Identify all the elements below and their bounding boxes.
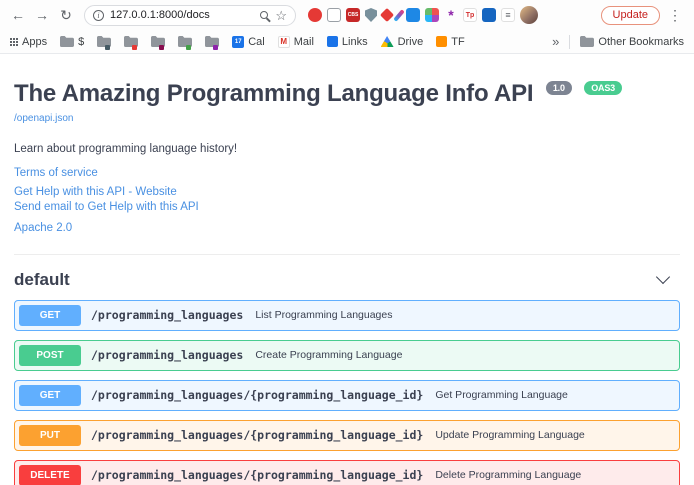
forward-icon[interactable]: → <box>32 5 52 25</box>
version-badge: 1.0 <box>546 81 572 95</box>
flower-extension-icon[interactable]: * <box>444 8 458 22</box>
operation-path: /programming_languages <box>91 308 243 322</box>
folder-icon <box>580 36 594 47</box>
bookmark-label: Cal <box>248 36 265 48</box>
update-button[interactable]: Update <box>601 6 660 25</box>
bookmark-label: Drive <box>398 36 424 48</box>
red-circle-extension-icon[interactable] <box>308 8 322 22</box>
folder-emblem <box>186 45 191 50</box>
bookmark-apps[interactable]: Apps <box>10 36 47 48</box>
folder-emblem <box>159 45 164 50</box>
bookmark-other-bookmarks[interactable]: Other Bookmarks <box>580 36 684 48</box>
operation-path: /programming_languages <box>91 348 243 362</box>
operation-summary: Delete Programming Language <box>435 469 581 481</box>
oas3-badge: OAS3 <box>584 81 622 95</box>
apps-grid-icon <box>10 38 18 46</box>
chevron-down-icon[interactable] <box>656 270 670 284</box>
operation-row-get-list[interactable]: GET /programming_languages List Programm… <box>14 300 680 331</box>
blue-extension-icon[interactable] <box>482 8 496 22</box>
bookmark-folder[interactable] <box>178 36 192 47</box>
bookmark-label: Other Bookmarks <box>598 36 684 48</box>
bookmarks-divider <box>569 35 570 49</box>
profile-avatar[interactable] <box>520 6 538 24</box>
bookmark-folder-dollar[interactable]: $ <box>60 36 84 48</box>
website-link[interactable]: Get Help with this API - Website <box>14 185 680 200</box>
reload-icon[interactable]: ↻ <box>56 5 76 25</box>
gmail-icon: M <box>278 36 290 48</box>
browser-menu-icon[interactable]: ⋮ <box>664 7 686 24</box>
shield-extension-icon[interactable] <box>365 8 377 22</box>
swagger-ui: The Amazing Programming Language Info AP… <box>0 54 694 485</box>
operation-summary: Update Programming Language <box>435 429 584 441</box>
browser-toolbar: ← → ↻ 127.0.0.1:8000/docs ☆ CBS * Tp ≡ U… <box>0 0 694 30</box>
folder-emblem <box>132 45 137 50</box>
bookmark-calendar[interactable]: 17 Cal <box>232 36 265 48</box>
section-default-header[interactable]: default <box>14 255 680 300</box>
diamond-extension-icon[interactable] <box>380 8 394 22</box>
back-icon[interactable]: ← <box>8 5 28 25</box>
bookmark-star-icon[interactable]: ☆ <box>275 9 287 22</box>
gray-extension-icon[interactable] <box>327 8 341 22</box>
method-badge: DELETE <box>19 465 81 485</box>
section-title: default <box>14 270 70 290</box>
operation-path: /programming_languages/{programming_lang… <box>91 468 423 482</box>
method-badge: PUT <box>19 425 81 446</box>
api-description: Learn about programming language history… <box>14 143 680 155</box>
bookmark-folder[interactable] <box>97 36 111 47</box>
openapi-json-link[interactable]: /openapi.json <box>14 113 74 124</box>
operation-row-post-create[interactable]: POST /programming_languages Create Progr… <box>14 340 680 371</box>
links-icon <box>327 36 338 47</box>
bookmark-tf[interactable]: TF <box>436 36 464 48</box>
operation-summary: Create Programming Language <box>255 349 402 361</box>
method-badge: GET <box>19 385 81 406</box>
bookmark-folder[interactable] <box>151 36 165 47</box>
bookmark-label: Mail <box>294 36 314 48</box>
bookmark-label: TF <box>451 36 464 48</box>
bookmark-links[interactable]: Links <box>327 36 368 48</box>
calendar-icon: 17 <box>232 36 244 48</box>
folder-emblem <box>105 45 110 50</box>
bookmark-mail[interactable]: M Mail <box>278 36 314 48</box>
folder-icon <box>60 36 74 47</box>
bookmark-label: $ <box>78 36 84 48</box>
bookmark-label: Apps <box>22 36 47 48</box>
folder-emblem <box>213 45 218 50</box>
api-title-text: The Amazing Programming Language Info AP… <box>14 80 533 107</box>
tampermonkey-extension-icon[interactable]: Tp <box>463 8 477 22</box>
bookmarks-overflow-icon[interactable]: » <box>552 34 559 49</box>
site-info-icon[interactable] <box>93 10 104 21</box>
bookmarks-bar: Apps $ 17 Cal M Mail Links Drive <box>0 30 694 54</box>
license-link[interactable]: Apache 2.0 <box>14 221 680 236</box>
bookmark-folder[interactable] <box>124 36 138 47</box>
operation-summary: Get Programming Language <box>435 389 568 401</box>
blue-square-extension-icon[interactable] <box>406 8 420 22</box>
operation-row-put-update[interactable]: PUT /programming_languages/{programming_… <box>14 420 680 451</box>
operation-path: /programming_languages/{programming_lang… <box>91 428 423 442</box>
search-icon[interactable] <box>260 11 268 19</box>
drive-icon <box>381 36 394 47</box>
mosaic-extension-icon[interactable] <box>425 8 439 22</box>
operation-path: /programming_languages/{programming_lang… <box>91 388 423 402</box>
email-link[interactable]: Send email to Get Help with this API <box>14 200 680 215</box>
terms-of-service-link[interactable]: Terms of service <box>14 166 680 181</box>
operation-summary: List Programming Languages <box>255 309 392 321</box>
method-badge: GET <box>19 305 81 326</box>
page-title: The Amazing Programming Language Info AP… <box>14 80 680 108</box>
url-text[interactable]: 127.0.0.1:8000/docs <box>110 9 210 21</box>
method-badge: POST <box>19 345 81 366</box>
cbs-extension-icon[interactable]: CBS <box>346 8 360 22</box>
bookmark-label: Links <box>342 36 368 48</box>
bookmark-folder[interactable] <box>205 36 219 47</box>
list-extension-icon[interactable]: ≡ <box>501 8 515 22</box>
bookmark-drive[interactable]: Drive <box>381 36 424 48</box>
tensorflow-icon <box>436 36 447 47</box>
pen-extension-icon[interactable] <box>393 9 404 22</box>
address-bar[interactable]: 127.0.0.1:8000/docs ☆ <box>84 5 296 26</box>
extension-tray: CBS * Tp ≡ <box>308 6 591 24</box>
operation-row-delete[interactable]: DELETE /programming_languages/{programmi… <box>14 460 680 485</box>
operation-row-get-one[interactable]: GET /programming_languages/{programming_… <box>14 380 680 411</box>
